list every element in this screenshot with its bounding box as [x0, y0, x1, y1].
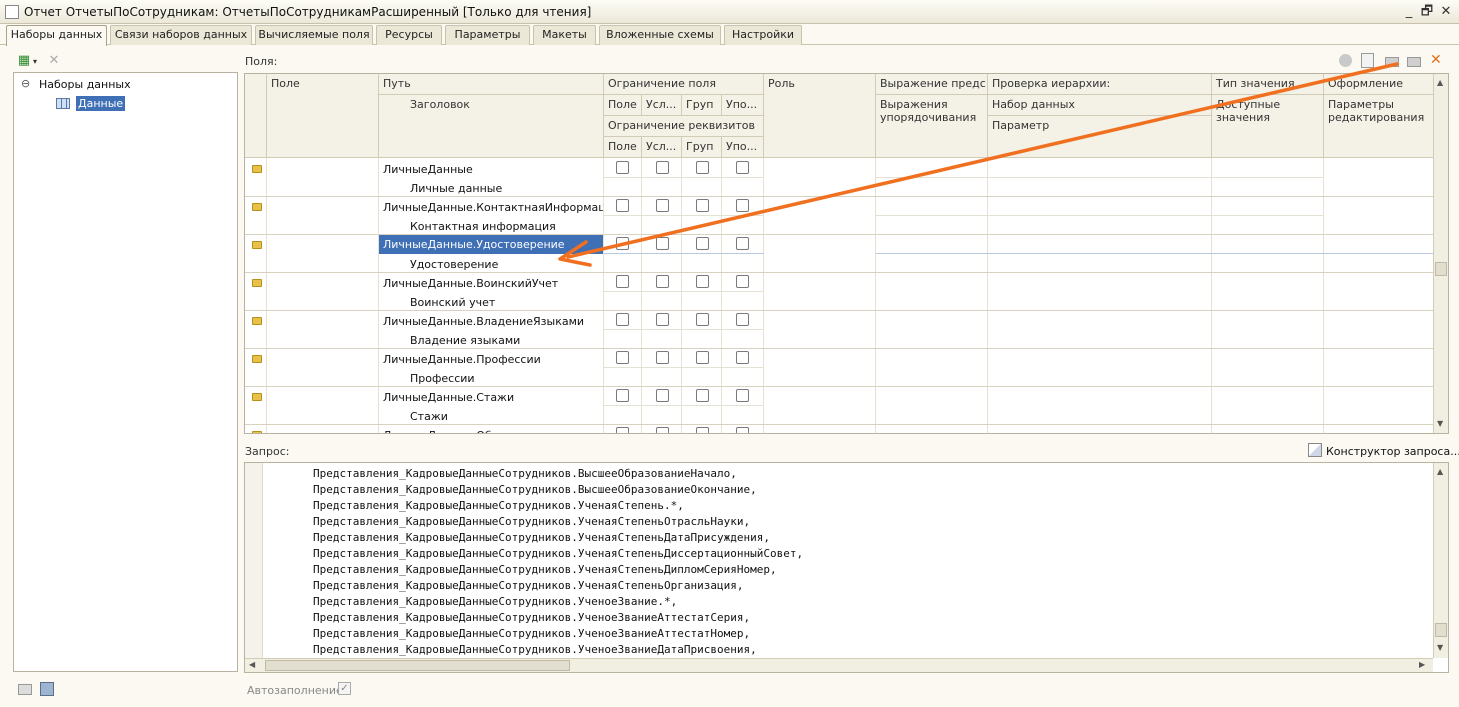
open-folder-icon[interactable] — [18, 684, 32, 695]
save-icon[interactable] — [40, 682, 54, 696]
query-line: Представления_КадровыеДанныеСотрудников.… — [313, 595, 678, 608]
autofill-checkbox[interactable]: ✓ — [338, 682, 351, 695]
query-builder-button[interactable]: Конструктор запроса... — [1326, 445, 1459, 458]
horizontal-scroll-thumb[interactable] — [265, 660, 570, 671]
query-line: Представления_КадровыеДанныеСотрудников.… — [313, 643, 757, 656]
query-line: Представления_КадровыеДанныеСотрудников.… — [313, 611, 751, 624]
query-line: Представления_КадровыеДанныеСотрудников.… — [313, 579, 744, 592]
query-line: Представления_КадровыеДанныеСотрудников.… — [313, 563, 777, 576]
scroll-thumb[interactable] — [1435, 623, 1447, 637]
query-label: Запрос: — [245, 445, 290, 458]
query-builder-icon[interactable] — [1308, 443, 1322, 457]
query-line: Представления_КадровыеДанныеСотрудников.… — [313, 499, 684, 512]
query-line: Представления_КадровыеДанныеСотрудников.… — [313, 547, 804, 560]
query-line: Представления_КадровыеДанныеСотрудников.… — [313, 627, 751, 640]
query-line: Представления_КадровыеДанныеСотрудников.… — [313, 531, 770, 544]
scroll-right-icon[interactable]: ▶ — [1419, 660, 1425, 669]
scroll-down-icon[interactable]: ▼ — [1437, 643, 1443, 652]
query-line: Представления_КадровыеДанныеСотрудников.… — [313, 467, 737, 480]
query-line: Представления_КадровыеДанныеСотрудников.… — [313, 483, 757, 496]
query-gutter — [245, 463, 263, 658]
autofill-label: Автозаполнение — [247, 684, 343, 697]
query-editor[interactable]: Представления_КадровыеДанныеСотрудников.… — [244, 462, 1449, 673]
scroll-up-icon[interactable]: ▲ — [1437, 467, 1443, 476]
query-line: Представления_КадровыеДанныеСотрудников.… — [313, 515, 751, 528]
tab-data-sets[interactable]: Наборы данных — [6, 25, 107, 46]
scroll-left-icon[interactable]: ◀ — [249, 660, 255, 669]
